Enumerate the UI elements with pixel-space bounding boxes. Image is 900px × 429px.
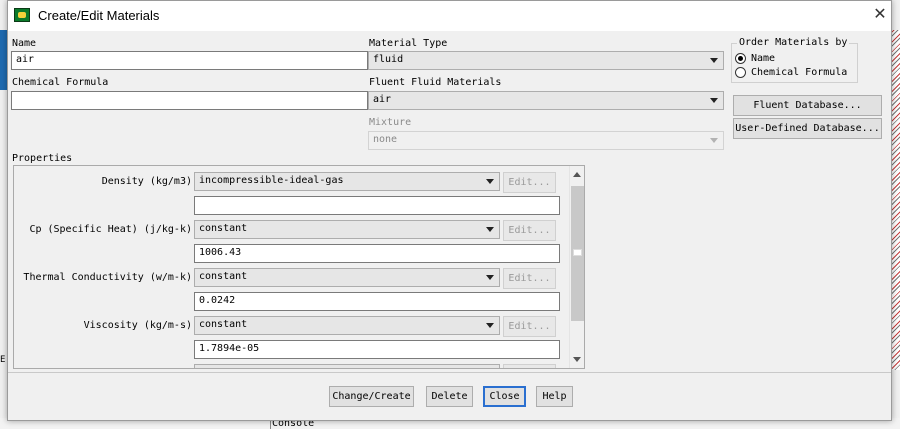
cp-label: Cp (Specific Heat) (j/kg-k) <box>29 224 192 235</box>
viscosity-method-dropdown[interactable]: constant <box>194 316 500 335</box>
chevron-down-icon <box>486 227 494 232</box>
create-edit-materials-dialog: Create/Edit Materials ✕ Name air Chemica… <box>7 0 892 421</box>
name-input[interactable]: air <box>11 51 368 70</box>
chevron-down-icon <box>486 275 494 280</box>
chemical-formula-input[interactable] <box>11 91 368 110</box>
order-by-formula-radio[interactable] <box>735 67 746 78</box>
title-bar[interactable]: Create/Edit Materials ✕ <box>8 1 891 31</box>
footer-divider <box>8 372 891 373</box>
scroll-down-icon[interactable] <box>573 357 581 362</box>
material-type-label: Material Type <box>369 38 448 49</box>
scroll-up-icon[interactable] <box>573 172 581 177</box>
density-method-value: incompressible-ideal-gas <box>199 175 344 186</box>
fluent-fluid-materials-value: air <box>373 94 392 105</box>
thermal-conductivity-method-dropdown[interactable]: constant <box>194 268 500 287</box>
density-edit-button: Edit... <box>503 172 556 193</box>
next-property-dropdown[interactable] <box>194 364 500 368</box>
close-icon[interactable]: ✕ <box>870 4 890 26</box>
cp-method-value: constant <box>199 223 248 234</box>
cp-value-field[interactable]: 1006.43 <box>194 244 560 263</box>
fluent-database-button[interactable]: Fluent Database... <box>733 95 882 116</box>
order-by-formula-label[interactable]: Chemical Formula <box>751 67 847 78</box>
thermal-conductivity-method-value: constant <box>199 271 248 282</box>
properties-panel: Density (kg/m3) incompressible-ideal-gas… <box>13 165 585 369</box>
thermal-conductivity-label: Thermal Conductivity (w/m-k) <box>23 272 192 283</box>
material-type-value: fluid <box>373 54 404 65</box>
density-method-dropdown[interactable]: incompressible-ideal-gas <box>194 172 500 191</box>
help-button[interactable]: Help <box>536 386 573 407</box>
user-defined-database-button[interactable]: User-Defined Database... <box>733 118 882 139</box>
chevron-down-icon <box>710 98 718 103</box>
thermal-conductivity-value-field[interactable]: 0.0242 <box>194 292 560 311</box>
window-title: Create/Edit Materials <box>38 8 160 23</box>
order-materials-label: Order Materials by <box>737 37 850 48</box>
viscosity-edit-button: Edit... <box>503 316 556 337</box>
chevron-down-icon <box>710 58 718 63</box>
fluent-fluid-materials-dropdown[interactable]: air <box>368 91 724 110</box>
order-by-name-radio[interactable] <box>735 53 746 64</box>
fluent-app-icon <box>14 8 30 22</box>
delete-button[interactable]: Delete <box>426 386 473 407</box>
density-label: Density (kg/m3) <box>101 176 192 187</box>
change-create-button[interactable]: Change/Create <box>329 386 414 407</box>
mixture-dropdown: none <box>368 131 724 150</box>
material-type-dropdown[interactable]: fluid <box>368 51 724 70</box>
viscosity-value-field[interactable]: 1.7894e-05 <box>194 340 560 359</box>
close-button[interactable]: Close <box>483 386 526 407</box>
viscosity-label: Viscosity (kg/m-s) <box>83 320 192 331</box>
name-label: Name <box>12 38 37 49</box>
order-by-name-label[interactable]: Name <box>751 53 775 64</box>
properties-scrollbar[interactable] <box>569 166 584 368</box>
chemical-formula-label: Chemical Formula <box>12 77 109 88</box>
mixture-label: Mixture <box>369 117 412 128</box>
fluent-fluid-materials-label: Fluent Fluid Materials <box>369 77 502 88</box>
density-value-field[interactable] <box>194 196 560 215</box>
scroll-grip <box>573 249 582 256</box>
chevron-down-icon <box>486 179 494 184</box>
thermal-conductivity-edit-button: Edit... <box>503 268 556 289</box>
cp-edit-button: Edit... <box>503 220 556 241</box>
properties-label: Properties <box>12 153 73 164</box>
viscosity-method-value: constant <box>199 319 248 330</box>
mixture-value: none <box>373 134 398 145</box>
cp-method-dropdown[interactable]: constant <box>194 220 500 239</box>
chevron-down-icon <box>710 138 718 143</box>
next-property-edit-button <box>503 364 556 368</box>
chevron-down-icon <box>486 323 494 328</box>
